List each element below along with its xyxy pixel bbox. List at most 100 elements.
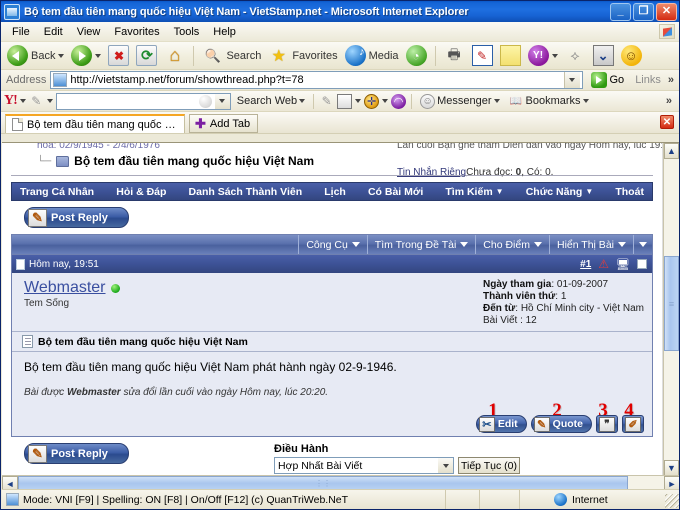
messenger-icon (420, 93, 436, 109)
forward-button[interactable] (68, 44, 104, 68)
search-button[interactable]: Search (199, 44, 264, 68)
post-reply-icon (28, 444, 47, 463)
edit-post-button[interactable]: Edit (475, 415, 527, 433)
post-reply-button-top[interactable]: Post Reply (24, 207, 129, 228)
yahoo-highlight-icon[interactable] (319, 94, 334, 109)
quote-post-button[interactable]: Quote (530, 415, 592, 433)
yahoo-search-input[interactable] (55, 92, 231, 110)
post-username-link[interactable]: Webmaster (24, 279, 106, 297)
yahoo-logo-icon[interactable]: Y! (4, 93, 18, 109)
add-tab-button[interactable]: ✚ Add Tab (189, 114, 259, 133)
clipped-lastvisit-text: Lần cuối Bạn ghé thăm Diễn đàn vào ngày … (397, 143, 662, 151)
resize-grip[interactable] (665, 494, 679, 508)
back-button[interactable]: Back (4, 44, 67, 68)
menu-item-edit[interactable]: Edit (37, 24, 70, 40)
scroll-down-button[interactable]: ▼ (664, 460, 679, 476)
select-post-checkbox[interactable] (637, 259, 647, 269)
browser-tab-active[interactable]: Bộ tem đầu tiên mang quốc hiệu... (5, 114, 185, 133)
thread-tool-rate[interactable]: Cho Điểm (475, 235, 549, 254)
refresh-button[interactable] (133, 44, 160, 68)
media-button[interactable]: Media (342, 44, 402, 68)
multiquote-icon (599, 416, 615, 432)
stop-button[interactable] (105, 44, 132, 68)
moderation-label: Điều Hành (274, 443, 329, 455)
yahoo-messenger-button[interactable]: Messenger (417, 93, 502, 110)
yahoo-pencil-chevron-down-icon[interactable] (46, 99, 53, 103)
history-button[interactable] (403, 44, 430, 68)
user-ip-icon[interactable]: 🖥 (616, 258, 630, 271)
yahoo-panel-icon[interactable] (337, 93, 353, 109)
nav-item-logout[interactable]: Thoát (615, 186, 644, 198)
forward-chevron-down-icon[interactable] (95, 53, 102, 58)
thread-tool-search[interactable]: Tìm Trong Đề Tài (366, 235, 476, 254)
yahoo-pencil-icon[interactable] (29, 94, 44, 109)
report-post-icon[interactable]: ⚠ (598, 258, 609, 270)
nav-item-profile[interactable]: Trang Cá Nhân (20, 186, 94, 198)
home-button[interactable] (161, 44, 188, 68)
yahoo-menu-chevron-down-icon[interactable] (19, 99, 26, 103)
address-url-text: http://vietstamp.net/forum/showthread.ph… (70, 74, 304, 86)
nav-item-search[interactable]: Tìm Kiếm ▼ (445, 186, 503, 198)
edit-page-button[interactable] (469, 44, 496, 68)
vertical-scroll-track[interactable] (664, 159, 679, 460)
vertical-scroll-thumb[interactable] (664, 256, 679, 351)
links-label[interactable]: Links (632, 74, 664, 86)
chevron-down-icon (569, 78, 575, 82)
close-tab-button[interactable]: ✕ (660, 115, 674, 129)
moderation-dropdown-icon[interactable] (438, 458, 453, 473)
maximize-button[interactable]: ❐ (633, 2, 654, 21)
yahoo-chevron-down-icon[interactable] (551, 53, 558, 58)
menu-item-tools[interactable]: Tools (167, 24, 207, 40)
yahoo-panel-chevron-down-icon[interactable] (355, 99, 362, 103)
page-vertical-scrollbar[interactable]: ▲ ▼ (663, 143, 679, 476)
yahoo-popup-blocker-icon[interactable] (391, 93, 407, 109)
yahoo-bookmarks-button[interactable]: Bookmarks (506, 93, 592, 110)
search-web-chevron-down-icon[interactable] (299, 99, 306, 103)
yahoo-antispy-chevron-down-icon[interactable] (382, 99, 389, 103)
thread-tool-congcu[interactable]: Công Cụ (298, 235, 366, 254)
address-dropdown-icon[interactable] (563, 72, 580, 88)
bookmarks-chevron-down-icon[interactable] (582, 99, 589, 103)
back-chevron-down-icon[interactable] (58, 53, 65, 58)
yahoo-search-dropdown-icon[interactable] (214, 93, 230, 109)
yahoo-antispy-icon[interactable] (364, 93, 380, 109)
private-message-link[interactable]: Tin Nhắn Riêng (397, 167, 466, 178)
address-input[interactable]: http://vietstamp.net/forum/showthread.ph… (50, 71, 583, 89)
thread-tool-display[interactable]: Hiển Thị Bài (548, 235, 633, 254)
back-arrow-icon (7, 45, 28, 66)
print-button[interactable] (441, 44, 468, 68)
post-subject-icon (22, 335, 33, 348)
address-overflow-icon[interactable]: » (668, 74, 676, 86)
nav-item-calendar[interactable]: Lịch (324, 186, 346, 198)
yahoo-search-web-button[interactable]: Search Web (234, 94, 308, 108)
emoticon-button[interactable] (618, 44, 645, 68)
nav-label: Có Bài Mới (367, 185, 424, 198)
thread-tool-more[interactable] (633, 235, 652, 254)
close-button[interactable]: ✕ (656, 2, 677, 21)
post-number-link[interactable]: #1 (580, 259, 591, 270)
yahoo-overflow-icon[interactable]: » (666, 95, 674, 107)
favorites-button[interactable]: Favorites (265, 44, 340, 68)
download-button[interactable] (590, 44, 617, 68)
scroll-up-button[interactable]: ▲ (664, 143, 679, 159)
messenger-toolbar-button[interactable] (562, 44, 589, 68)
moderation-go-button[interactable]: Tiếp Tục (0) (458, 457, 520, 474)
notes-button[interactable] (497, 44, 524, 68)
yahoo-toolbar-button[interactable] (525, 44, 561, 68)
go-button[interactable]: Go (587, 72, 629, 88)
nav-item-faq[interactable]: Hỏi & Đáp (116, 186, 166, 198)
messenger-chevron-down-icon[interactable] (493, 99, 500, 103)
post-reply-button-bottom[interactable]: Post Reply (24, 443, 129, 464)
menu-item-view[interactable]: View (70, 24, 108, 40)
menu-item-help[interactable]: Help (206, 24, 243, 40)
moderation-select[interactable]: Hợp Nhất Bài Viết (274, 457, 454, 474)
yahoo-separator (313, 93, 315, 109)
multiquote-post-button[interactable] (596, 415, 618, 433)
nav-item-newposts[interactable]: Có Bài Mới (368, 186, 423, 198)
minimize-button[interactable]: _ (610, 2, 631, 21)
menu-item-favorites[interactable]: Favorites (107, 24, 166, 40)
nav-item-memberlist[interactable]: Danh Sách Thành Viên (189, 186, 303, 198)
reply-with-quote-button[interactable] (622, 415, 644, 433)
menu-item-file[interactable]: File (5, 24, 37, 40)
nav-item-quicklinks[interactable]: Chức Năng ▼ (526, 186, 594, 198)
